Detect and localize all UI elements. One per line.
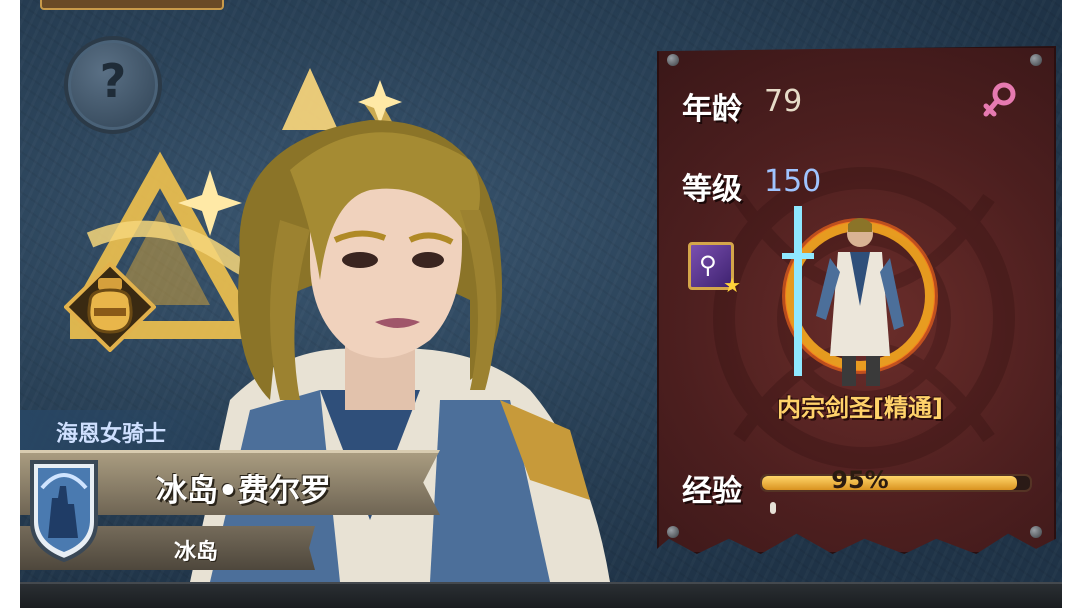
level-value: 150: [764, 164, 822, 199]
top-tab[interactable]: [40, 0, 224, 10]
female-symbol-icon: [983, 82, 1016, 117]
star-icon: ★: [723, 273, 741, 297]
panel-rivet: [1030, 54, 1042, 66]
level-label: 等级: [682, 172, 742, 207]
potion-icon[interactable]: [64, 262, 156, 352]
character-name: 冰岛•费尔罗: [156, 473, 331, 509]
wand-icon: ⚲: [699, 251, 717, 279]
age-label: 年龄: [682, 92, 742, 127]
exp-percent: 95%: [831, 466, 889, 494]
panel-rivet: [667, 54, 679, 66]
character-origin: 冰岛: [174, 540, 219, 565]
castle-crest-icon: [30, 460, 98, 562]
class-figure: [782, 206, 938, 386]
bottom-bar: [20, 582, 1062, 608]
age-value: 79: [764, 84, 803, 119]
character-title-tag: 海恩女骑士: [20, 410, 220, 450]
panel-rivet: [1030, 526, 1042, 538]
class-name: 内宗剑圣[精通]: [777, 394, 943, 422]
paint-drip: [770, 502, 776, 514]
exp-label: 经验: [682, 474, 742, 509]
panel-rivet: [667, 526, 679, 538]
wand-skill-icon[interactable]: ⚲ ★: [688, 242, 741, 297]
character-title: 海恩女骑士: [56, 422, 167, 447]
